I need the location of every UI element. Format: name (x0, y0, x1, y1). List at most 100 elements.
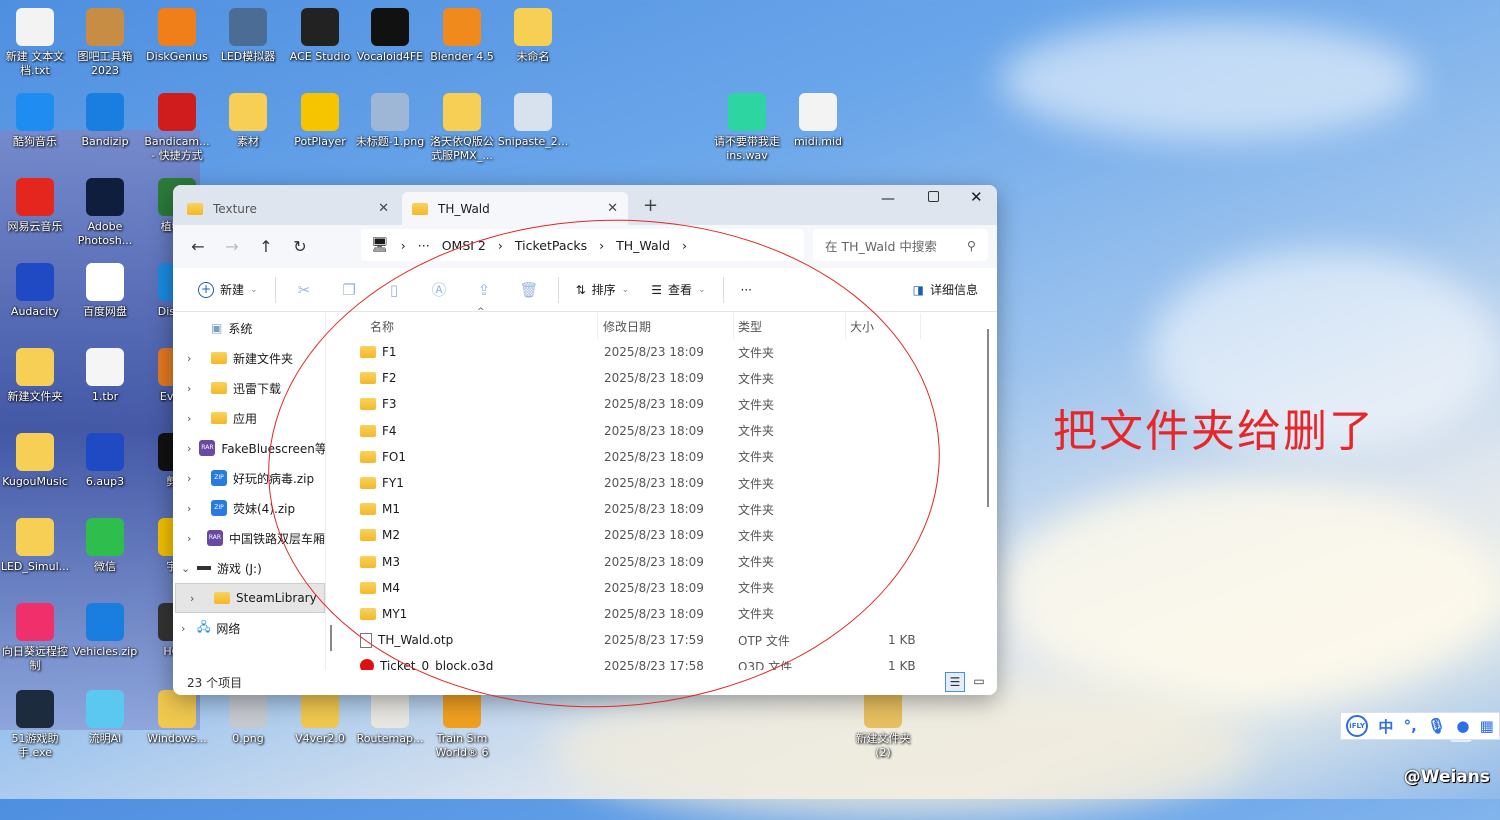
chevron-icon[interactable]: › (187, 442, 191, 455)
chevron-icon[interactable]: › (187, 532, 199, 545)
chevron-icon[interactable]: › (181, 622, 197, 635)
sidebar-item[interactable]: ⌄ 游戏 (J:) (173, 553, 325, 583)
desktop-icon[interactable]: 素材 (212, 93, 284, 149)
desktop-icon[interactable]: 网易云音乐 (0, 178, 71, 234)
breadcrumb[interactable]: 🖥 › ··· OMSI 2 › TicketPacks › TH_Wald › (361, 229, 804, 261)
sidebar-item[interactable]: › 应用 (173, 403, 325, 433)
desktop-icon[interactable]: 新建文件夹 (0, 348, 71, 404)
desktop-icon[interactable]: 百度网盘 (69, 263, 141, 319)
file-row[interactable]: F1 2025/8/23 18:09 文件夹 (340, 339, 990, 365)
forward-button[interactable]: → (215, 237, 249, 256)
chevron-icon[interactable]: › (190, 592, 206, 605)
more-button[interactable]: ··· (730, 283, 763, 297)
desktop-icon[interactable]: 向日葵远程控制 (0, 603, 71, 673)
close-tab-icon[interactable]: ✕ (607, 201, 618, 216)
desktop-icon[interactable]: Blender 4.5 (426, 8, 498, 64)
rename-icon[interactable]: Ⓐ (417, 279, 462, 300)
desktop-icon[interactable]: 0.png (212, 690, 284, 746)
delete-icon[interactable]: 🗑 (507, 281, 552, 299)
breadcrumb-overflow[interactable]: ··· (418, 238, 430, 253)
new-button[interactable]: + 新建 ⌄ (187, 281, 269, 298)
desktop-icon[interactable]: LED模拟器 (212, 8, 284, 64)
desktop-icon[interactable]: midi.mid (782, 93, 854, 149)
desktop-icon[interactable]: PotPlayer (284, 93, 356, 149)
search-input[interactable]: 在 TH_Wald 中搜索 ⚲ (813, 229, 988, 261)
desktop-icon[interactable]: Train Sim World® 6 (426, 690, 498, 760)
desktop-icon[interactable]: 未标题-1.png (354, 93, 426, 149)
column-date[interactable]: 修改日期 (603, 318, 651, 335)
file-row[interactable]: FY1 2025/8/23 18:09 文件夹 (340, 470, 990, 496)
chevron-icon[interactable]: › (187, 352, 203, 365)
desktop-icon[interactable]: Audacity (0, 263, 71, 319)
desktop-icon[interactable]: 洛天依Q版公式服PMX_... (426, 93, 498, 163)
column-name[interactable]: 名称 (370, 318, 394, 335)
breadcrumb-th-wald[interactable]: TH_Wald (616, 238, 670, 253)
sort-button[interactable]: ⇅ 排序 ⌄ (565, 281, 641, 298)
desktop-icon[interactable]: 1.tbr (69, 348, 141, 404)
desktop-icon[interactable]: 流明AI (69, 690, 141, 746)
desktop-icon[interactable]: Adobe Photosh... (69, 178, 141, 248)
desktop-icon[interactable]: Bandizip (69, 93, 141, 149)
file-row[interactable]: F4 2025/8/23 18:09 文件夹 (340, 418, 990, 444)
view-button[interactable]: ☰ 查看 ⌄ (640, 281, 716, 298)
desktop-icon[interactable]: 新建文件夹 (2) (847, 690, 919, 760)
desktop-icon[interactable]: Snipaste_2... (497, 93, 569, 149)
file-row[interactable]: M3 2025/8/23 18:09 文件夹 (340, 549, 990, 575)
chevron-icon[interactable]: › (187, 502, 203, 515)
desktop-icon[interactable]: 新建 文本文档.txt (0, 8, 71, 78)
refresh-button[interactable]: ↻ (283, 237, 317, 256)
tab-th-wald[interactable]: TH_Wald ✕ (402, 192, 628, 225)
desktop-icon[interactable]: 图吧工具箱2023 (69, 8, 141, 78)
file-row[interactable]: MY1 2025/8/23 18:09 文件夹 (340, 601, 990, 627)
details-pane-button[interactable]: ◨ 详细信息 (902, 281, 989, 298)
maximize-button[interactable] (928, 191, 939, 202)
sidebar-item[interactable]: › ZIP 好玩的病毒.zip (173, 463, 325, 493)
desktop-icon[interactable]: 6.aup3 (69, 433, 141, 489)
ime-punctuation-toggle[interactable]: °, (1404, 717, 1417, 735)
paste-icon[interactable]: ▯ (372, 281, 417, 299)
desktop-icon[interactable]: LED_Simul... (0, 518, 71, 574)
cut-icon[interactable]: ✂ (282, 281, 327, 299)
breadcrumb-ticketpacks[interactable]: TicketPacks (515, 238, 587, 253)
desktop-icon[interactable]: 51游戏助手.exe (0, 690, 71, 760)
desktop-icon[interactable]: DiskGenius (141, 8, 213, 64)
sidebar-scrollbar[interactable] (330, 625, 332, 651)
sidebar-item[interactable]: › 新建文件夹 (173, 343, 325, 373)
file-row[interactable]: M4 2025/8/23 18:09 文件夹 (340, 575, 990, 601)
desktop-icon[interactable]: ACE Studio (284, 8, 356, 64)
desktop-icon[interactable]: KugouMusic (0, 433, 71, 489)
chevron-icon[interactable]: › (187, 382, 203, 395)
large-icons-view-button[interactable]: ▭ (969, 672, 989, 692)
sidebar-item[interactable]: › RAR FakeBluescreen等 (173, 433, 325, 463)
sidebar-item[interactable]: › RAR 中国铁路双层车厢 (173, 523, 325, 553)
up-button[interactable]: ↑ (249, 237, 283, 256)
desktop-icon[interactable]: Vehicles.zip (69, 603, 141, 659)
desktop-icon[interactable]: 微信 (69, 518, 141, 574)
chevron-icon[interactable]: ⌄ (181, 562, 197, 575)
list-scrollbar[interactable] (987, 329, 989, 507)
sidebar-item[interactable]: › ZIP 荧妹(4).zip (173, 493, 325, 523)
file-row[interactable]: TH_Wald.otp 2025/8/23 17:59 OTP 文件 1 KB (340, 627, 990, 653)
desktop-icon[interactable]: Vocaloid4FE (354, 8, 426, 64)
desktop-icon[interactable]: Routemap... (354, 690, 426, 746)
details-view-button[interactable]: ☰ (945, 672, 965, 692)
close-window-button[interactable]: ✕ (970, 188, 983, 206)
back-button[interactable]: ← (181, 237, 215, 256)
sidebar-item[interactable]: › SteamLibrary (175, 583, 325, 613)
file-row[interactable]: Ticket_0_block.o3d 2025/8/23 17:58 O3D 文… (340, 653, 990, 670)
ime-language-toggle[interactable]: 中 (1378, 716, 1393, 737)
chevron-icon[interactable]: › (187, 412, 203, 425)
desktop-icon[interactable]: Windows... (141, 690, 213, 746)
file-row[interactable]: M1 2025/8/23 18:09 文件夹 (340, 496, 990, 522)
user-icon[interactable]: ● (1456, 717, 1469, 735)
file-row[interactable]: F2 2025/8/23 18:09 文件夹 (340, 365, 990, 391)
ifly-logo[interactable]: iFLY (1346, 715, 1369, 737)
file-row[interactable]: F3 2025/8/23 18:09 文件夹 (340, 391, 990, 417)
column-type[interactable]: 类型 (738, 318, 762, 335)
breadcrumb-omsi2[interactable]: OMSI 2 (442, 238, 486, 253)
close-tab-icon[interactable]: ✕ (378, 201, 389, 216)
column-size[interactable]: 大小 (850, 318, 874, 335)
desktop-icon[interactable]: 未命名 (497, 8, 569, 64)
share-icon[interactable]: ⇪ (462, 281, 507, 299)
file-row[interactable]: M2 2025/8/23 18:09 文件夹 (340, 522, 990, 548)
